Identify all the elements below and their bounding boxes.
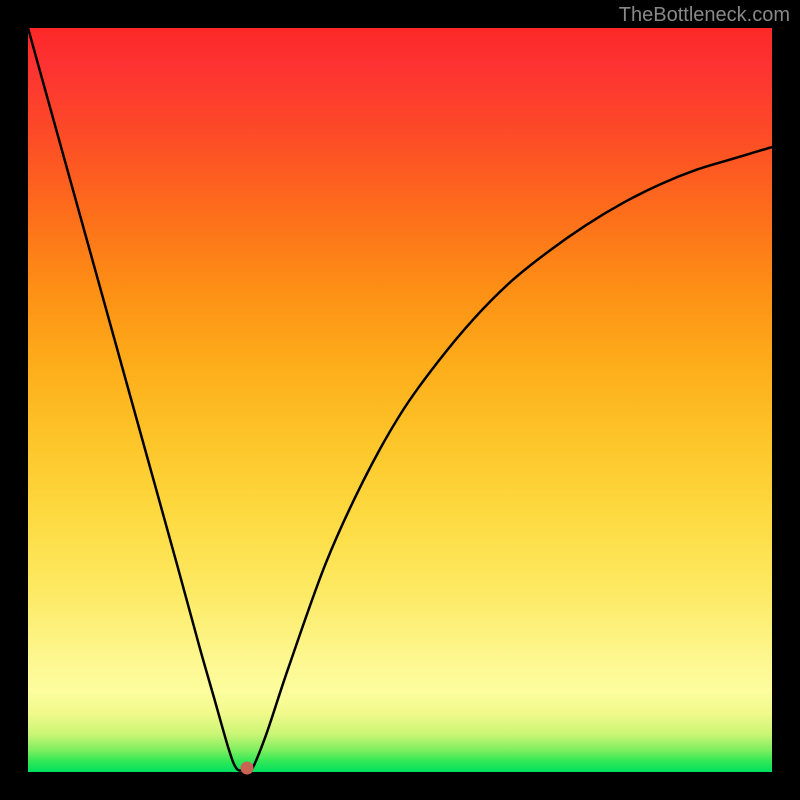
optimal-point-marker (241, 762, 254, 775)
plot-area (28, 28, 772, 772)
curve-svg (28, 28, 772, 772)
bottleneck-curve (28, 28, 772, 772)
chart-container: TheBottleneck.com (0, 0, 800, 800)
watermark-text: TheBottleneck.com (619, 4, 790, 27)
